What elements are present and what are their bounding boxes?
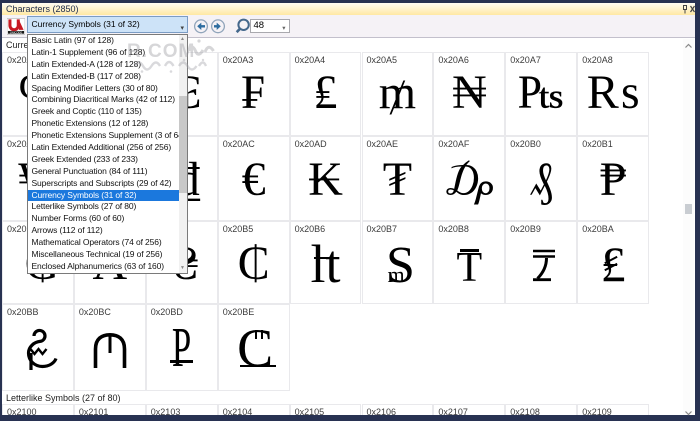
- svg-text:UNICODE: UNICODE: [10, 30, 22, 34]
